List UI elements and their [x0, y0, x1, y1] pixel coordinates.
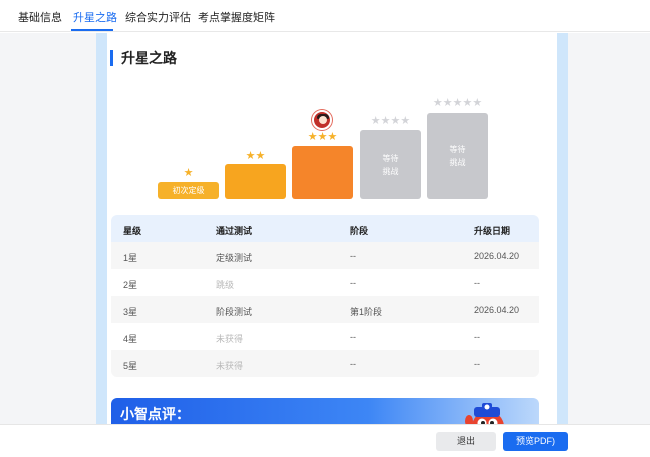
- table-cell: --: [474, 359, 480, 369]
- star-step-3: [292, 146, 353, 199]
- report-page: 升星之路 初次定级 ★ ★★ ★★★ 等待 挑战 ★★★★ 等待 挑战 ★★★★★ 星级 通过测试阶…: [107, 33, 557, 424]
- star-icon: ★: [370, 115, 381, 127]
- table-cell: --: [350, 332, 356, 342]
- star-rating-4: ★★★★: [360, 114, 421, 127]
- exit-button[interactable]: 退出: [436, 432, 496, 451]
- tab-basic-info[interactable]: 基础信息: [18, 9, 62, 25]
- table-cell: 5星: [123, 361, 138, 371]
- table-cell: --: [474, 278, 480, 288]
- star-step-label-line: 挑战: [449, 158, 466, 167]
- star-step-label-line: 挑战: [382, 166, 399, 176]
- star-icon: ★: [452, 97, 463, 109]
- preview-pdf-button[interactable]: 预览PDF): [503, 432, 568, 451]
- tab-knowledge-matrix[interactable]: 考点掌握度矩阵: [198, 9, 275, 25]
- table-cell: 2026.04.20: [474, 251, 520, 261]
- star-icon: ★: [400, 115, 411, 127]
- section-title: 升星之路: [110, 49, 177, 67]
- avatar-face: [319, 116, 327, 124]
- star-history-table: 星级 通过测试 阶段 升级日期 1星 定级测试 -- 2026.04.20 2星 跳级 -- -- 3星…: [111, 215, 539, 377]
- star-rating-5: ★★★★★: [427, 96, 488, 109]
- active-tab-indicator: [71, 29, 113, 31]
- star-icon: ★: [307, 131, 318, 143]
- comment-banner: 小智点评：: [111, 398, 539, 424]
- star-rating-1: ★: [158, 166, 219, 179]
- table-cell: 4星: [123, 334, 138, 344]
- table-row: 5星 未获得 -- --: [111, 350, 539, 377]
- table-row: 3星 阶段测试 第1阶段 2026.04.20: [111, 296, 539, 323]
- star-icon: ★: [472, 97, 483, 109]
- table-header-cell: 通过测试: [216, 226, 253, 236]
- star-icon: ★: [255, 150, 266, 162]
- star-step-2: [225, 164, 286, 199]
- table-cell: --: [350, 359, 356, 369]
- table-cell: 阶段测试: [216, 307, 253, 317]
- star-icon: ★: [432, 97, 443, 109]
- star-rating-2: ★★: [225, 149, 286, 162]
- star-icon: ★: [380, 115, 391, 127]
- star-step-label-line: 等待: [382, 153, 399, 163]
- star-step-5: 等待 挑战: [427, 113, 488, 199]
- table-cell: 未获得: [216, 361, 244, 371]
- table-cell: 2星: [123, 280, 138, 290]
- table-cell: --: [350, 251, 356, 261]
- star-icon: ★: [317, 131, 328, 143]
- star-icon: ★: [442, 97, 453, 109]
- table-cell: --: [474, 332, 480, 342]
- star-icon: ★: [245, 150, 256, 162]
- star-step-label: 等待 挑战: [427, 143, 488, 169]
- star-icon: ★: [327, 131, 338, 143]
- table-cell: 1星: [123, 253, 138, 263]
- table-header-cell: 阶段: [350, 226, 369, 236]
- star-step-label-line: 等待: [449, 145, 466, 154]
- comment-title: 小智点评：: [120, 406, 190, 422]
- table-header-cell: 星级: [123, 226, 142, 236]
- star-step-4: 等待 挑战: [360, 130, 421, 199]
- table-cell: 3星: [123, 307, 138, 317]
- star-icon: ★: [183, 167, 194, 179]
- section-title-text: 升星之路: [121, 50, 177, 66]
- table-row: 2星 跳级 -- --: [111, 269, 539, 296]
- report-canvas[interactable]: 升星之路 初次定级 ★ ★★ ★★★ 等待 挑战 ★★★★ 等待 挑战 ★★★★★ 星级 通过测试阶…: [0, 33, 650, 424]
- star-icon: ★: [462, 97, 473, 109]
- tab-star-path[interactable]: 升星之路: [73, 9, 117, 25]
- table-cell: 定级测试: [216, 253, 253, 263]
- star-icon: ★: [390, 115, 401, 127]
- table-header-row: 星级 通过测试 阶段 升级日期: [111, 215, 539, 242]
- star-step-label: 等待 挑战: [360, 152, 421, 178]
- table-cell: --: [350, 278, 356, 288]
- section-accent-bar: [110, 50, 113, 66]
- star-rating-3: ★★★: [292, 130, 353, 143]
- table-row: 4星 未获得 -- --: [111, 323, 539, 350]
- mascot-icon: [465, 403, 504, 424]
- table-header-cell: 升级日期: [474, 226, 511, 236]
- table-row: 1星 定级测试 -- 2026.04.20: [111, 242, 539, 269]
- footer-bar: 退出 预览PDF): [0, 424, 650, 457]
- top-tab-bar: 基础信息 升星之路 综合实力评估 考点掌握度矩阵: [0, 0, 650, 32]
- tab-overall-assessment[interactable]: 综合实力评估: [125, 9, 191, 25]
- user-avatar: [312, 110, 332, 130]
- star-step-1: 初次定级: [158, 182, 219, 199]
- table-cell: 跳级: [216, 280, 235, 290]
- table-cell: 第1阶段: [350, 307, 383, 317]
- table-cell: 2026.04.20: [474, 305, 520, 315]
- star-step-label: 初次定级: [172, 186, 205, 195]
- table-cell: 未获得: [216, 334, 244, 344]
